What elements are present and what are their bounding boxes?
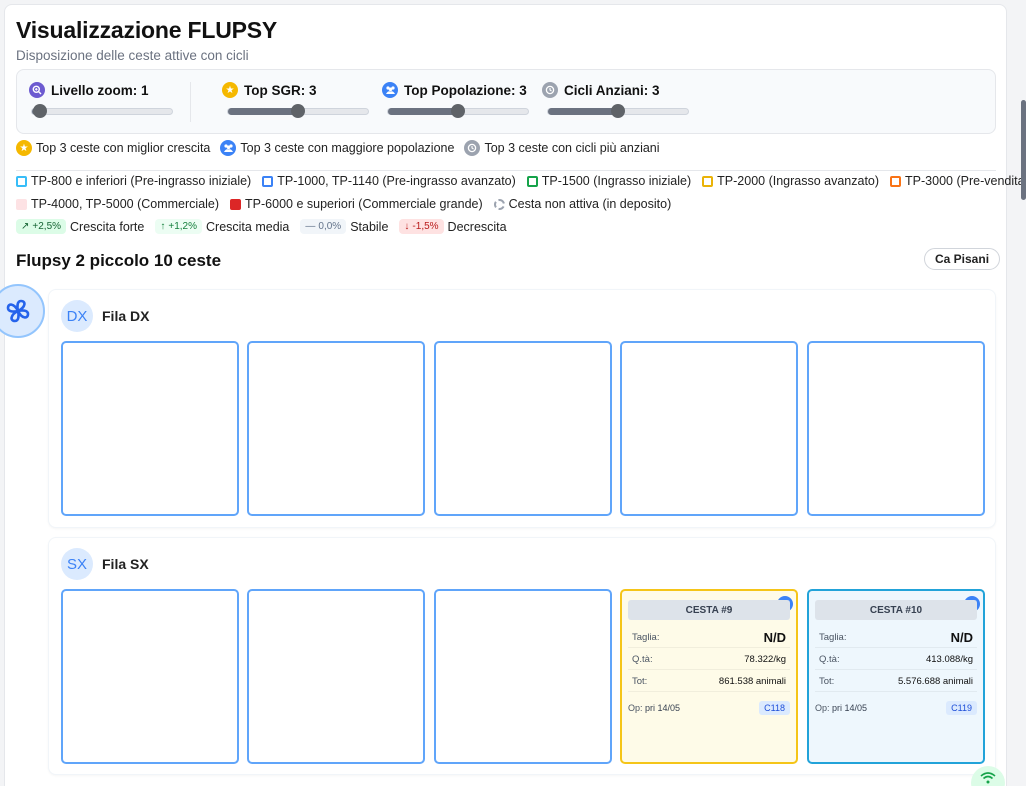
basket-title: CESTA #10 [815,600,977,620]
people-icon [220,140,237,156]
star-icon: ★ [222,82,238,98]
arrow-down-icon: ↓ [404,221,410,232]
top-sgr-control: ★ Top SGR: 3 [222,82,317,98]
basket-qty-row: Q.tà: 413.088/kg [815,650,977,670]
old-cycles-control: Cicli Anziani: 3 [542,82,660,98]
top-pop-slider-thumb[interactable] [451,104,465,118]
old-cycles-slider-thumb[interactable] [611,104,625,118]
size-legend-row-2: TP-4000, TP-5000 (Commerciale) TP-6000 e… [16,197,682,211]
growth-legend-item: ↓ -1,5% Decrescita [399,219,507,234]
basket-slot[interactable] [434,589,612,764]
dashed-circle-icon [493,198,505,210]
growth-pill: —0,0% [300,219,347,234]
color-swatch [890,175,902,187]
row-badge: DX [61,300,93,332]
top-pop-control: Top Popolazione: 3 [382,82,527,98]
top-pop-label: Top Popolazione: 3 [404,82,527,98]
basket-size-row: Taglia: N/D [815,628,977,648]
old-cycles-label: Cicli Anziani: 3 [564,82,660,98]
basket-slot[interactable] [61,341,239,516]
color-swatch [262,175,274,187]
top-sgr-slider[interactable] [227,104,369,118]
basket-slot[interactable] [434,341,612,516]
growth-pill: ↑ +1,2% [155,219,203,234]
growth-legend-item: ↗ +2,5% Crescita forte [16,219,144,234]
clock-icon [542,82,558,98]
basket-footer: Op: pri 14/05 C118 [628,701,790,715]
cycle-badge[interactable]: C118 [759,701,790,715]
dash-icon: — [305,221,316,232]
basket-slot[interactable] [807,341,985,516]
size-legend-item: TP-1000, TP-1140 (Pre-ingrasso avanzato) [262,174,516,188]
row-dx-panel: DX Fila DX [48,289,996,528]
arrow-up-icon: ↑ [160,221,166,232]
size-legend-item: TP-1500 (Ingrasso iniziale) [526,174,691,188]
color-swatch [526,175,538,187]
controls-divider [190,82,191,122]
row-header: SX Fila SX [61,548,149,580]
top-pop-slider[interactable] [387,104,529,118]
size-legend-item: TP-800 e inferiori (Pre-ingrasso inizial… [16,174,251,188]
star-icon: ★ [16,140,32,156]
basket-tot-row: Tot: 5.576.688 animali [815,672,977,692]
flupsy-title: Flupsy 2 piccolo 10 ceste [16,251,222,270]
location-button[interactable]: Ca Pisani [924,248,1001,270]
zoom-slider-thumb[interactable] [33,104,48,118]
legend-divider [16,170,996,171]
basket-10[interactable]: CESTA #10 Taglia: N/D Q.tà: 413.088/kg Tot… [807,589,985,764]
zoom-label: Livello zoom: 1 [51,82,149,98]
growth-pill: ↗ +2,5% [16,219,67,234]
basket-tot-row: Tot: 861.538 animali [628,672,790,692]
basket-title: CESTA #9 [628,600,790,620]
basket-slot[interactable] [247,341,425,516]
zoom-control: Livello zoom: 1 [29,82,149,98]
row-sx-panel: SX Fila SX CESTA #9 Taglia: N/D Q.tà: 78.3… [48,537,996,775]
size-legend-item: TP-4000, TP-5000 (Commerciale) [16,197,219,211]
basket-slot[interactable] [620,341,798,516]
growth-legend: ↗ +2,5% Crescita forte ↑ +1,2% Crescita medi… [16,219,518,234]
basket-slot[interactable] [61,589,239,764]
old-cycles-slider[interactable] [547,104,689,118]
people-icon [382,82,398,98]
row-header: DX Fila DX [61,300,149,332]
size-legend-item: TP-3000 (Pre-vendita) [890,174,1026,188]
controls-panel: Livello zoom: 1 ★ Top SGR: 3 Top Popolazi… [16,69,996,134]
growth-legend-item: ↑ +1,2% Crescita media [155,219,289,234]
top-sgr-label: Top SGR: 3 [244,82,317,98]
size-legend-item: TP-2000 (Ingrasso avanzato) [702,174,879,188]
row-badge: SX [61,548,93,580]
page-subtitle: Disposizione delle ceste attive con cicl… [16,48,249,63]
scrollbar[interactable] [1021,100,1026,200]
size-legend-row-1: TP-800 e inferiori (Pre-ingrasso inizial… [16,174,1026,188]
growth-legend-item: —0,0% Stabile [300,219,388,234]
page-title: Visualizzazione FLUPSY [16,17,278,43]
zoom-icon [29,82,45,98]
top-legend-item: Top 3 ceste con maggiore popolazione [220,140,454,156]
top-sgr-slider-thumb[interactable] [291,104,305,118]
color-swatch [230,198,242,210]
flupsy-card: Visualizzazione FLUPSY Disposizione dell… [4,4,1026,786]
top-legend-item: Top 3 ceste con cicli più anziani [464,140,660,156]
row-name: Fila DX [102,308,150,324]
size-legend-item: Cesta non attiva (in deposito) [493,197,671,211]
basket-9[interactable]: CESTA #9 Taglia: N/D Q.tà: 78.322/kg Tot: 8… [620,589,798,764]
cycle-badge[interactable]: C119 [946,701,977,715]
basket-slot[interactable] [247,589,425,764]
clock-icon [464,140,481,156]
zoom-slider[interactable] [31,104,173,118]
growth-pill: ↓ -1,5% [399,219,444,234]
size-legend-item: TP-6000 e superiori (Commerciale grande) [230,197,483,211]
basket-size-row: Taglia: N/D [628,628,790,648]
top-legend-item: ★ Top 3 ceste con miglior crescita [16,140,210,156]
color-swatch [16,175,27,187]
basket-qty-row: Q.tà: 78.322/kg [628,650,790,670]
top-legend: ★ Top 3 ceste con miglior crescita Top 3 … [16,140,660,156]
trend-up-icon: ↗ [21,221,30,232]
color-swatch [16,198,27,210]
row-name: Fila SX [102,556,149,572]
basket-footer: Op: pri 14/05 C119 [815,701,977,715]
color-swatch [702,175,714,187]
